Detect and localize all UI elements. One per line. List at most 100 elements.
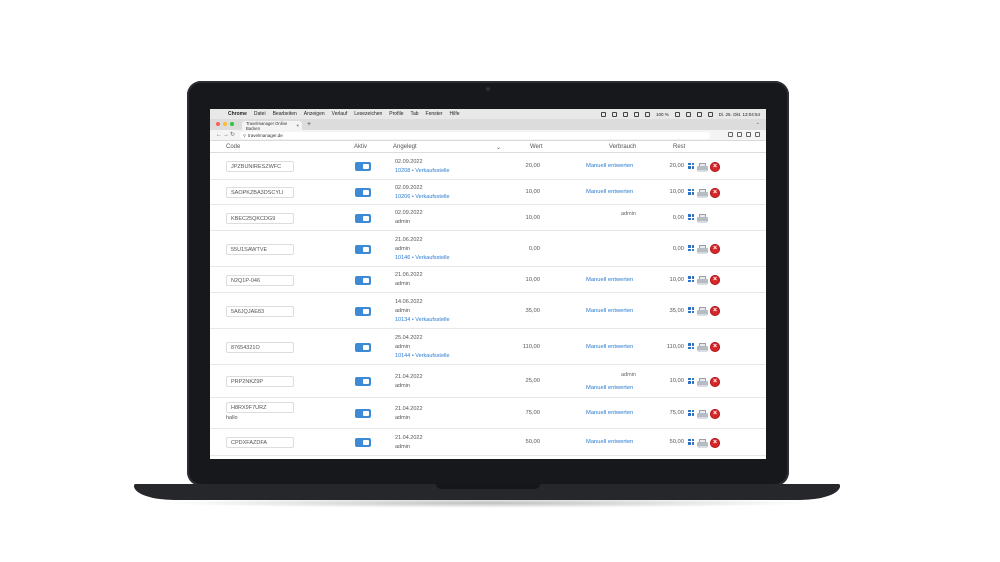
manual-devalue-link[interactable]: Manuell entwerten (586, 308, 633, 314)
bookmark-icon[interactable] (737, 132, 742, 137)
search-icon[interactable] (696, 111, 702, 117)
code-field[interactable]: 55U1SAWTVE (226, 243, 294, 255)
sales-point-link[interactable]: 10146 • Verkaufsstelle (395, 255, 450, 261)
sales-point-link[interactable]: 10144 • Verkaufsstelle (395, 353, 450, 359)
manual-devalue-link[interactable]: Manuell entwerten (586, 439, 633, 445)
details-grid-icon[interactable] (688, 245, 694, 251)
delete-icon[interactable]: × (710, 408, 720, 419)
zoom-window-button[interactable] (230, 122, 234, 126)
manual-devalue-link[interactable]: Manuell entwerten (586, 189, 633, 195)
aktiv-toggle[interactable] (355, 342, 371, 352)
menu-profile[interactable]: Profile (389, 111, 403, 117)
manual-devalue-link[interactable]: Manuell entwerten (586, 344, 633, 350)
sales-point-link[interactable]: 10134 • Verkaufsstelle (395, 317, 450, 323)
code-field[interactable]: CPDXFAZDFA (226, 437, 294, 448)
delete-icon[interactable]: × (710, 306, 720, 316)
aktiv-toggle[interactable] (355, 275, 371, 285)
profile-icon[interactable] (755, 132, 760, 137)
back-icon[interactable]: ← (216, 131, 222, 139)
code-field[interactable]: N2Q1P-046 (226, 274, 294, 286)
printer-icon[interactable] (697, 245, 708, 254)
menu-bearbeiten[interactable]: Bearbeiten (273, 111, 297, 117)
printer-icon[interactable] (697, 343, 708, 352)
reload-icon[interactable]: ↻ (230, 131, 235, 139)
col-verbrauch[interactable]: Verbrauch (609, 144, 636, 150)
code-field[interactable]: JPZBUNIRESZWFC (226, 161, 294, 172)
col-angelegt[interactable]: Angelegt (393, 144, 417, 150)
details-grid-icon[interactable] (688, 307, 694, 313)
details-grid-icon[interactable] (688, 188, 694, 195)
apple-icon[interactable] (218, 111, 224, 117)
lock-icon[interactable]: ⚲ (243, 132, 246, 139)
sidebar-icon[interactable] (746, 132, 751, 137)
tab-search-icon[interactable]: ⌄ (756, 120, 760, 126)
code-field[interactable]: 87654321O (226, 341, 294, 353)
battery-icon[interactable] (674, 111, 680, 117)
aktiv-toggle[interactable] (355, 188, 371, 197)
printer-icon[interactable] (697, 438, 708, 448)
col-wert[interactable]: Wert (530, 144, 543, 150)
menu-verlauf[interactable]: Verlauf (332, 111, 348, 117)
status-app-icon[interactable] (633, 111, 639, 117)
manual-devalue-link[interactable]: Manuell entwerten (586, 277, 633, 283)
code-field[interactable]: PRP2NKZ9P (226, 376, 294, 387)
sales-point-link[interactable]: 10206 • Verkaufsstelle (395, 194, 450, 200)
col-aktiv[interactable]: Aktiv (354, 144, 367, 150)
minimize-window-button[interactable] (223, 122, 227, 126)
menu-hilfe[interactable]: Hilfe (450, 111, 460, 117)
delete-icon[interactable]: × (710, 342, 720, 352)
aktiv-toggle[interactable] (355, 213, 371, 223)
details-grid-icon[interactable] (688, 438, 694, 445)
browser-tab[interactable]: Travelmanager Online Backen × (242, 121, 302, 131)
details-grid-icon[interactable] (688, 377, 694, 384)
printer-icon[interactable] (697, 214, 708, 223)
aktiv-toggle[interactable] (355, 306, 371, 316)
menu-tab[interactable]: Tab (410, 111, 418, 117)
share-icon[interactable] (728, 132, 733, 137)
manual-devalue-link[interactable]: Manuell entwerten (586, 410, 633, 416)
manual-devalue-link[interactable]: Manuell entwerten (586, 163, 633, 169)
delete-icon[interactable]: × (710, 244, 720, 254)
delete-icon[interactable]: × (710, 376, 720, 387)
delete-icon[interactable]: × (710, 161, 720, 172)
details-grid-icon[interactable] (688, 162, 694, 169)
aktiv-toggle[interactable] (355, 438, 371, 447)
code-field[interactable]: SAOPKZBA3DSCYLI (226, 187, 294, 198)
code-field[interactable]: 5A6JQJAE83 (226, 305, 294, 317)
aktiv-toggle[interactable] (355, 244, 371, 254)
delete-icon[interactable]: × (710, 187, 720, 198)
delete-icon[interactable]: × (710, 437, 720, 448)
aktiv-toggle[interactable] (355, 409, 371, 418)
menu-datei[interactable]: Datei (254, 111, 266, 117)
bluetooth-icon[interactable] (644, 111, 650, 117)
status-app-icon[interactable] (600, 111, 606, 117)
manual-devalue-link[interactable]: Manuell entwerten (586, 385, 633, 391)
col-rest[interactable]: Rest (673, 144, 685, 150)
status-app-icon[interactable] (611, 111, 617, 117)
menu-fenster[interactable]: Fenster (426, 111, 443, 117)
printer-icon[interactable] (697, 162, 708, 172)
printer-icon[interactable] (697, 188, 708, 198)
details-grid-icon[interactable] (688, 343, 694, 349)
menu-chrome[interactable]: Chrome (228, 111, 247, 117)
status-app-icon[interactable] (622, 111, 628, 117)
aktiv-toggle[interactable] (355, 162, 371, 171)
printer-icon[interactable] (697, 276, 708, 285)
sort-icon[interactable]: ⌄ (496, 144, 501, 151)
sales-point-link[interactable]: 10208 • Verkaufsstelle (395, 168, 450, 174)
menubar-clock[interactable]: Di. 25. Okt. 13:04:54 (719, 112, 760, 117)
menu-lesezeichen[interactable]: Lesezeichen (354, 111, 382, 117)
code-field[interactable]: H8RX9F7URZ (226, 402, 294, 413)
details-grid-icon[interactable] (688, 409, 694, 416)
details-grid-icon[interactable] (688, 214, 694, 220)
delete-icon[interactable]: × (710, 275, 720, 285)
printer-icon[interactable] (697, 307, 708, 316)
details-grid-icon[interactable] (688, 276, 694, 282)
forward-icon[interactable]: → (223, 131, 229, 139)
col-code[interactable]: Code (226, 144, 240, 150)
code-field[interactable]: KBEC25QKCDG9 (226, 212, 294, 224)
close-window-button[interactable] (216, 122, 220, 126)
tab-close-icon[interactable]: × (296, 123, 299, 128)
menu-anzeigen[interactable]: Anzeigen (304, 111, 325, 117)
address-bar[interactable]: ⚲ travelmanager.de (240, 131, 710, 139)
